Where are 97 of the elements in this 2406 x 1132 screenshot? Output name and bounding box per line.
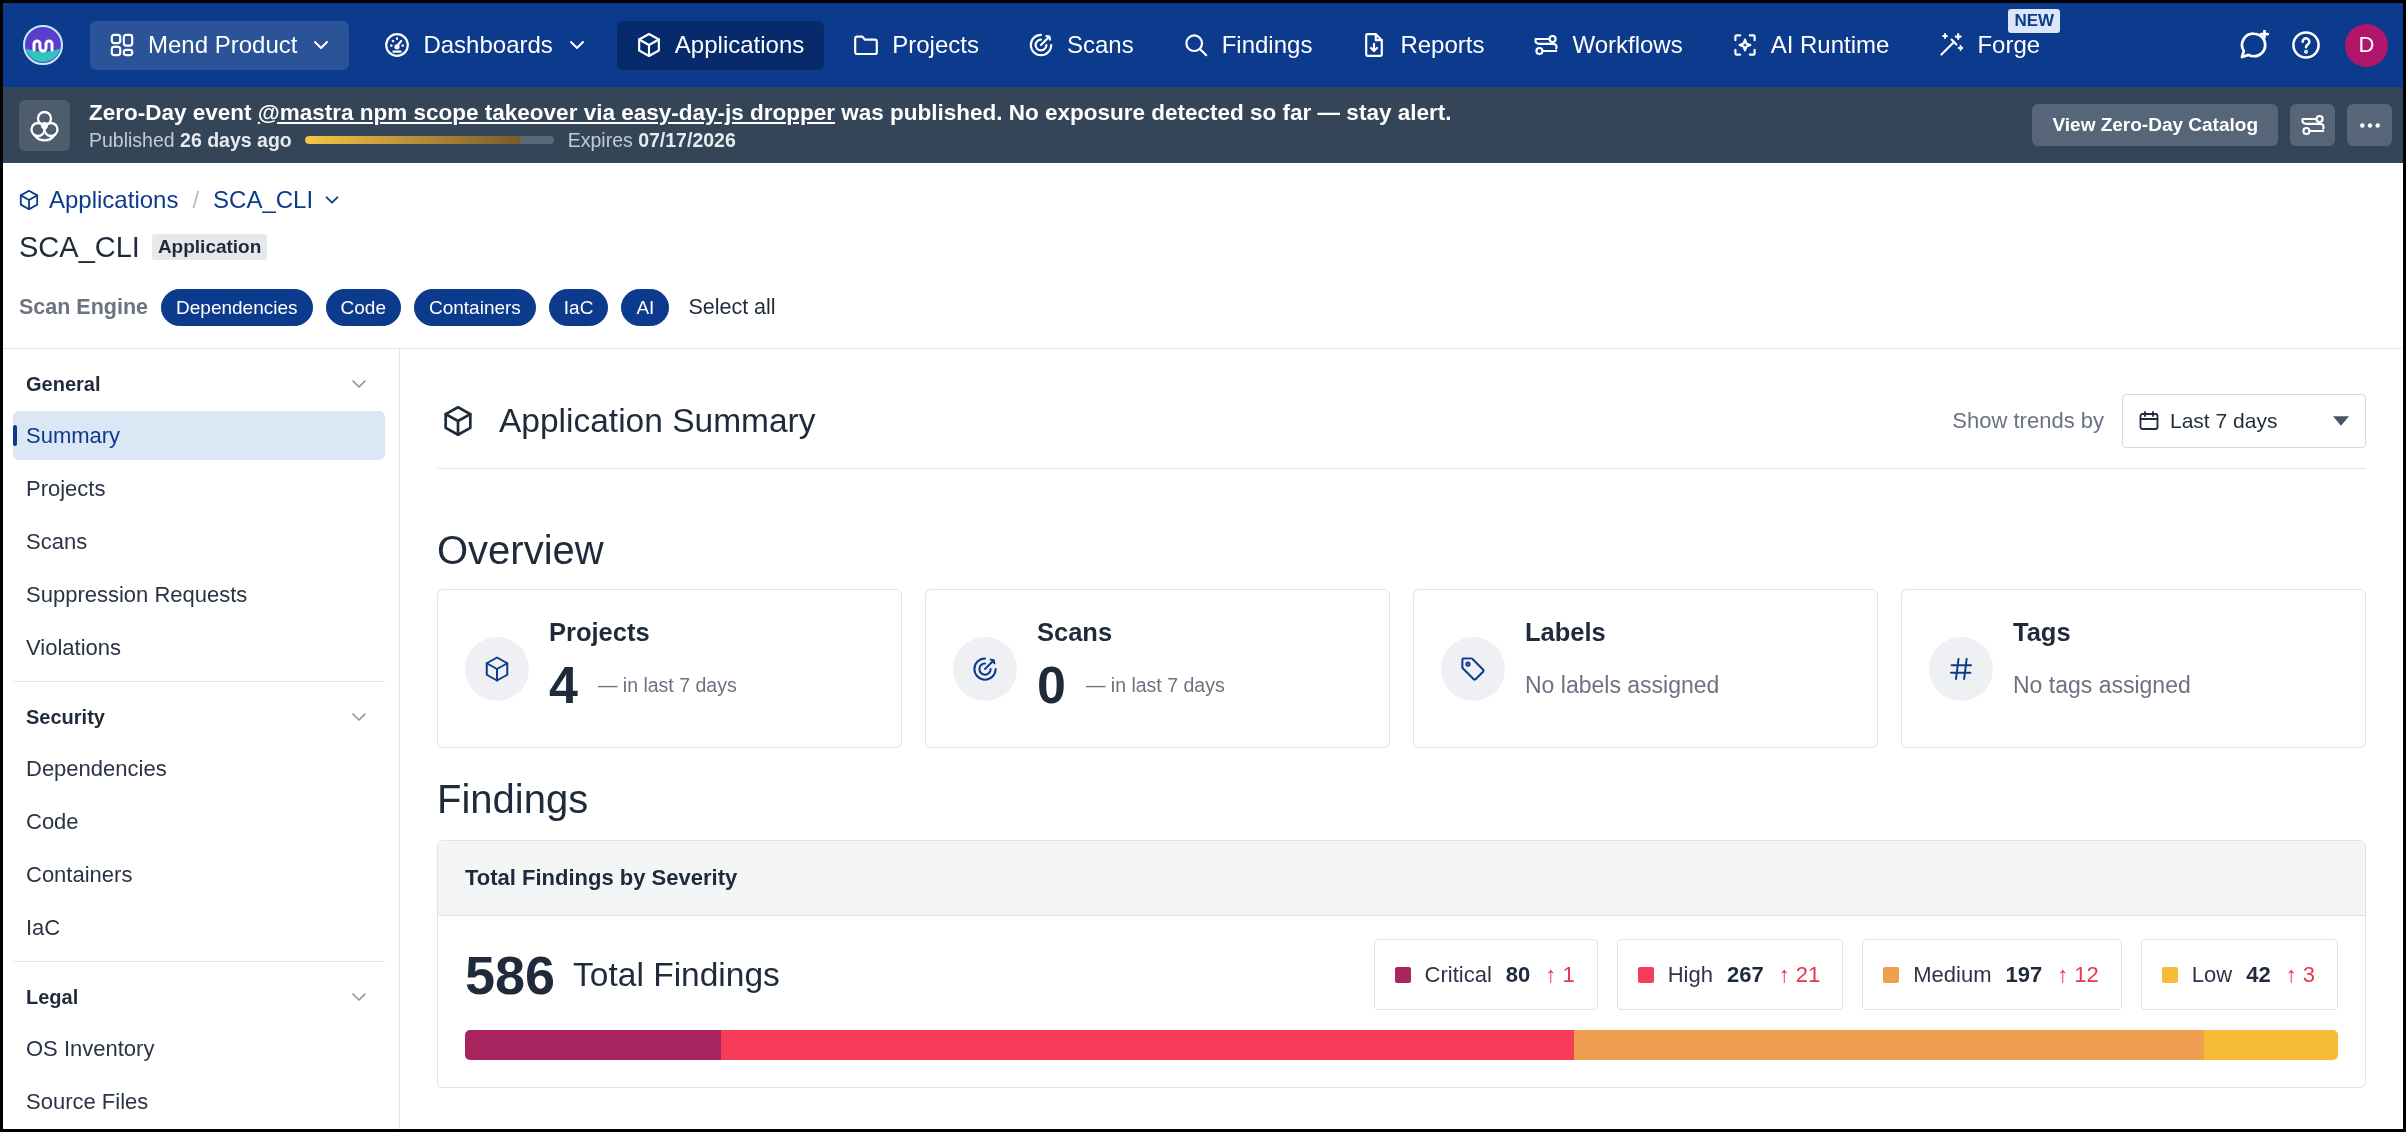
sidebar-item[interactable]: Source Files (13, 1077, 385, 1126)
sidebar-item[interactable]: Code (13, 797, 385, 846)
sidebar-item[interactable]: Violations (13, 623, 385, 672)
cube-icon (19, 190, 39, 210)
filter-chip[interactable]: Containers (413, 289, 536, 326)
severity-label: Critical (1424, 961, 1492, 988)
trend-indicator: ↑ 12 (2057, 961, 2099, 988)
sidebar-item[interactable]: Suppression Requests (13, 570, 385, 619)
view-catalog-button[interactable]: View Zero-Day Catalog (2032, 104, 2278, 146)
card-title: Tags (2013, 617, 2072, 648)
nav-item[interactable]: Scans (1008, 20, 1154, 70)
nav-item[interactable]: Workflows (1514, 20, 1703, 70)
total-count: 586 (465, 943, 556, 1006)
breadcrumb-link[interactable]: SCA_CLI (213, 186, 342, 214)
sidebar-item[interactable]: Projects (13, 464, 385, 513)
empty-note: No tags assigned (2013, 671, 2191, 699)
magic-wand-icon (1939, 33, 1964, 57)
expiry-date: Expires 07/17/2026 (567, 128, 736, 152)
breadcrumb-separator: / (192, 186, 200, 214)
stat-note: — in last 7 days (597, 673, 737, 697)
sidebar-item[interactable]: Summary (13, 411, 385, 460)
breadcrumb-link[interactable]: Applications (19, 186, 179, 214)
stat-note: — in last 7 days (1085, 673, 1225, 697)
trend-indicator: ↑ 3 (2285, 961, 2315, 988)
card-title: Scans (1037, 617, 1114, 648)
tag-icon (1441, 636, 1505, 701)
caret-down-icon (2333, 416, 2349, 426)
scan-engine-label: Scan Engine (19, 295, 149, 320)
calendar-icon (2139, 411, 2159, 431)
target-icon (1028, 33, 1053, 57)
search-icon (1183, 33, 1208, 57)
new-badge: NEW (2008, 8, 2061, 33)
empty-note: No labels assigned (1525, 671, 1720, 699)
cube-icon (443, 406, 473, 436)
section-title: Application Summary (499, 402, 816, 440)
trend-indicator: ↑ 21 (1778, 961, 1821, 988)
section-header[interactable]: Security (13, 694, 385, 740)
page-title: SCA_CLI (19, 230, 140, 264)
chat-sparkle-icon[interactable] (2239, 30, 2269, 60)
nav-item[interactable]: Dashboards (365, 20, 607, 70)
cube-icon (636, 33, 661, 57)
trend-label: Show trends by (1952, 408, 2104, 434)
workflow-button[interactable] (2290, 104, 2335, 146)
stat-value: 0 (1037, 657, 1066, 713)
findings-heading: Findings (437, 777, 590, 821)
gauge-icon (385, 33, 410, 57)
target-icon (953, 636, 1017, 701)
nav-item[interactable]: Projects (834, 20, 999, 70)
logo-icon[interactable] (23, 25, 63, 65)
sidebar-item[interactable]: Containers (13, 850, 385, 899)
help-icon[interactable] (2292, 31, 2320, 59)
filter-chip[interactable]: AI (621, 289, 670, 326)
severity-label: Low (2191, 961, 2233, 988)
nav-item[interactable]: Findings (1163, 20, 1333, 70)
nav-item[interactable]: AI Runtime (1712, 20, 1910, 70)
workflow-icon[interactable] (2300, 113, 2325, 137)
severity-label: High (1667, 961, 1713, 988)
trend-indicator: ↑ 1 (1545, 961, 1575, 988)
user-avatar[interactable]: D (2345, 23, 2388, 67)
workflow-icon (1534, 33, 1559, 57)
total-label: Total Findings (573, 955, 780, 994)
section-header[interactable]: Legal (13, 974, 385, 1020)
event-link[interactable]: @mastra npm scope takeover via easy-day-js dropper (257, 99, 835, 125)
filter-chip[interactable]: Dependencies (161, 289, 313, 326)
nav-item[interactable]: Applications (616, 20, 825, 70)
product-switcher-button[interactable]: Mend Product (90, 20, 350, 70)
more-button[interactable] (2347, 104, 2392, 146)
severity-label: Medium (1913, 961, 1992, 988)
severity-count: 42 (2246, 961, 2271, 988)
period-dropdown[interactable]: Last 7 days (2122, 394, 2366, 448)
section-header[interactable]: General (13, 361, 385, 407)
panel-header: Total Findings by Severity (438, 841, 2365, 916)
apps-grid-icon (110, 33, 134, 57)
card-title: Labels (1525, 617, 1607, 648)
sidebar-item[interactable]: IaC (13, 903, 385, 952)
folder-icon (854, 33, 879, 57)
banner-message: Zero-Day event @mastra npm scope takeover via easy-day-js dropper was published. No exposure detected so far — stay alert. (89, 98, 1452, 126)
filter-chip[interactable]: IaC (548, 289, 609, 326)
overview-heading: Overview (437, 528, 605, 572)
nav-item[interactable]: Reports (1342, 20, 1505, 70)
sidebar-item[interactable]: Dependencies (13, 744, 385, 793)
select-all-link[interactable]: Select all (688, 295, 776, 320)
published-date: Published 26 days ago (89, 128, 292, 152)
severity-count: 267 (1726, 961, 1764, 988)
cube-icon (465, 636, 529, 701)
stat-value: 4 (549, 657, 578, 713)
sparkle-icon (1732, 33, 1757, 57)
hash-icon (1929, 636, 1993, 701)
severity-count: 197 (2005, 961, 2043, 988)
type-badge: Application (151, 234, 268, 260)
more-icon[interactable] (2358, 121, 2381, 129)
sidebar-item[interactable]: Scans (13, 517, 385, 566)
biohazard-icon (19, 99, 70, 151)
filter-chip[interactable]: Code (325, 289, 401, 326)
severity-count: 80 (1505, 961, 1531, 988)
sidebar-item[interactable]: OS Inventory (13, 1024, 385, 1073)
card-title: Projects (549, 617, 651, 648)
